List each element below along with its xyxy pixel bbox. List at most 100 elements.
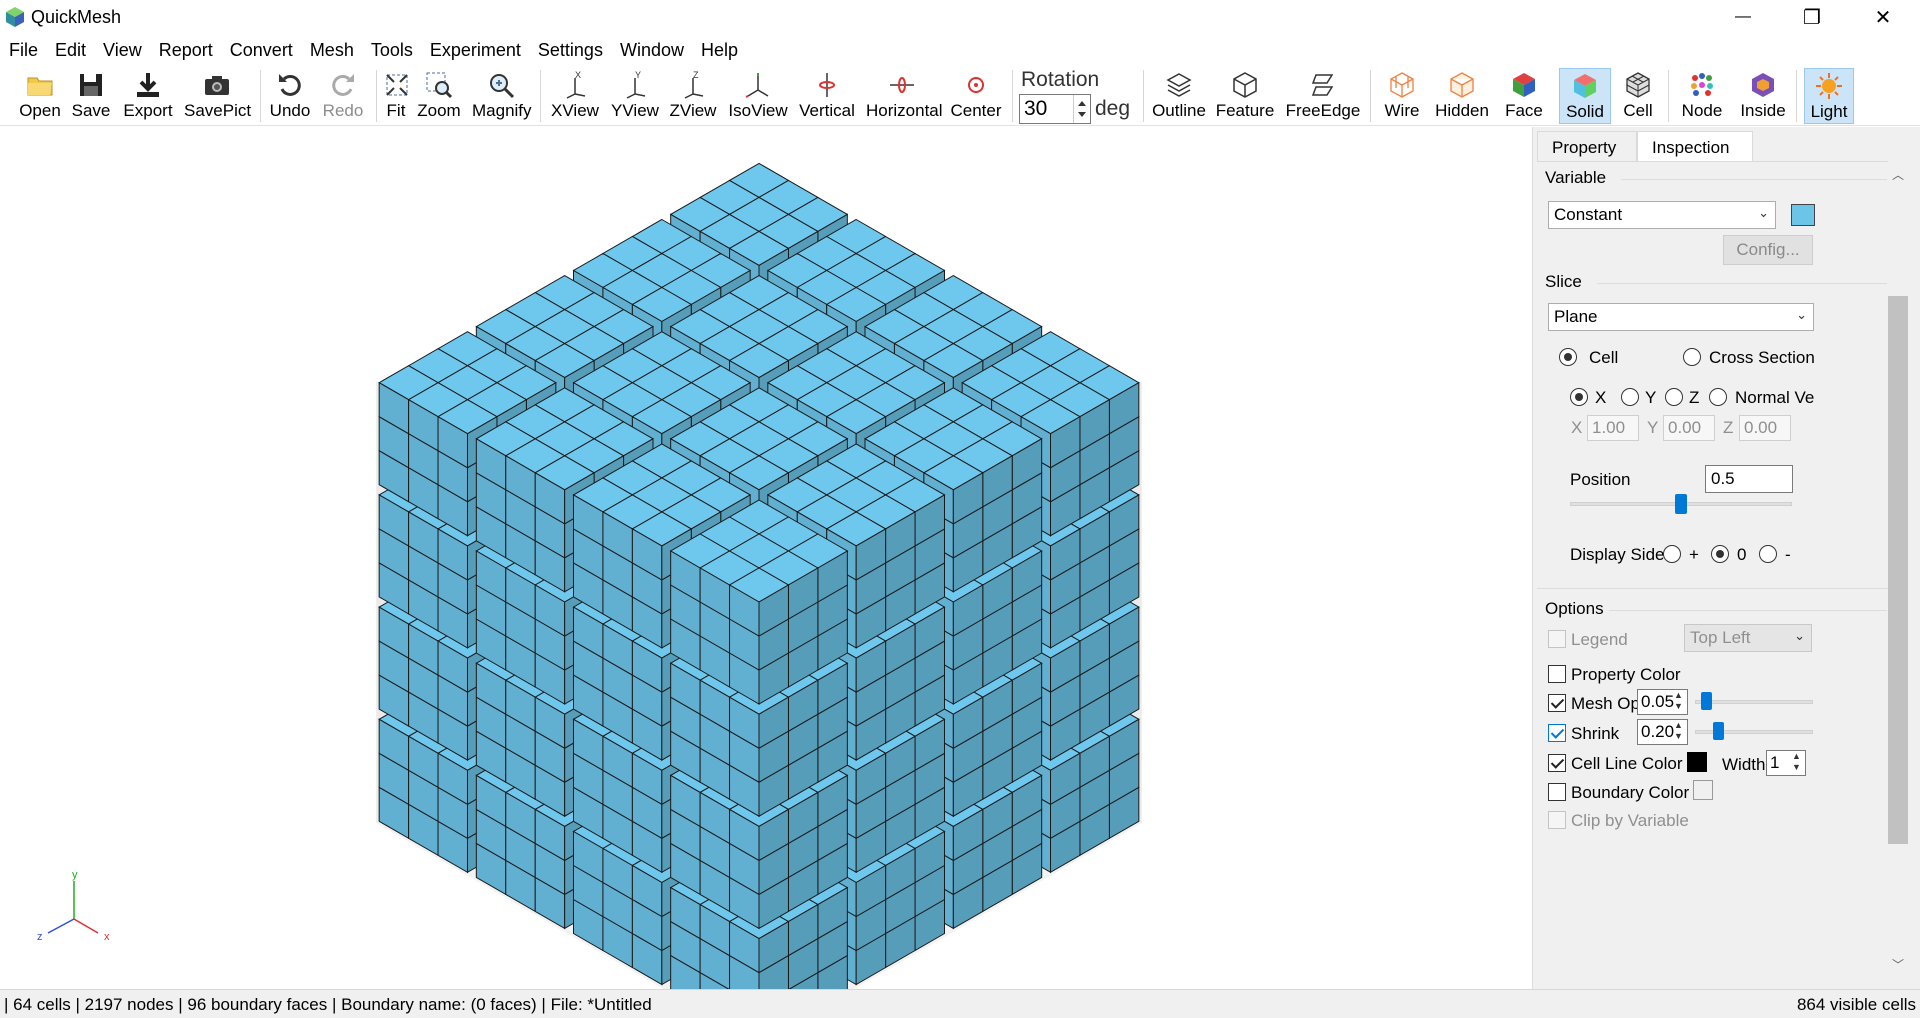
mesh-opacity-checkbox[interactable] [1548,694,1566,712]
redo-button[interactable]: Redo [320,68,366,124]
panel-scrollbar-thumb[interactable] [1888,296,1908,844]
minimize-button[interactable]: — [1712,0,1774,34]
cell-grid-icon [1626,72,1650,98]
menu-window[interactable]: Window [611,36,692,64]
menu-settings[interactable]: Settings [529,36,611,64]
cell-line-color-swatch[interactable] [1687,752,1707,772]
display-side-minus-radio[interactable] [1759,545,1777,563]
solid-button[interactable]: Solid [1559,68,1611,124]
menu-report[interactable]: Report [150,36,221,64]
inside-button[interactable]: Inside [1736,68,1790,124]
slice-mode-cross-section-radio[interactable] [1683,348,1701,366]
toolbar: Open Save Export SavePict Undo Redo Fit … [0,64,1920,168]
rotation-spinner[interactable] [1073,95,1090,123]
mesh-opacity-spinbox[interactable]: 0.05 ▲ ▼ [1637,689,1688,715]
menu-help[interactable]: Help [692,36,746,64]
variable-color-swatch[interactable] [1791,204,1815,226]
isoview-button[interactable]: IsoView [728,68,788,124]
3d-viewport[interactable]: y x z [0,127,1521,1018]
position-input[interactable]: 0.5 [1705,465,1793,493]
inside-cube-icon [1752,73,1774,97]
face-button[interactable]: Face [1500,68,1548,124]
normal-z-field[interactable]: 0.00 [1739,415,1791,441]
menu-tools[interactable]: Tools [362,36,421,64]
legend-checkbox[interactable] [1548,630,1566,648]
save-button[interactable]: Save [68,68,114,124]
line-width-spinbox[interactable]: 1 ▲ ▼ [1766,750,1806,776]
variable-select[interactable]: Constant ⌄ [1548,201,1776,229]
tab-property[interactable]: Property [1537,131,1637,161]
restore-button[interactable]: ❐ [1781,0,1843,34]
mesh-opacity-slider-track[interactable] [1695,700,1813,704]
scroll-down-icon[interactable]: ﹀ [1888,956,1908,974]
normal-x-field[interactable]: 1.00 [1587,415,1639,441]
freeedge-button[interactable]: FreeEdge [1284,68,1362,124]
display-side-zero-radio[interactable] [1711,545,1729,563]
hidden-button[interactable]: Hidden [1432,68,1492,124]
cell-button[interactable]: Cell [1616,68,1660,124]
undo-button[interactable]: Undo [268,68,312,124]
cell-line-color-checkbox[interactable] [1548,754,1566,772]
vertical-rotate-button[interactable]: Vertical [798,68,856,124]
options-section-title: Options [1545,599,1604,618]
slice-mode-cell-radio[interactable] [1559,348,1577,366]
light-sun-icon [1816,73,1842,99]
slice-type-select[interactable]: Plane ⌄ [1548,303,1814,331]
shrink-label: Shrink [1571,724,1620,743]
slice-axis-z-radio[interactable] [1665,388,1683,406]
config-button[interactable]: Config... [1723,235,1813,265]
property-color-checkbox[interactable] [1548,665,1566,683]
clip-by-variable-checkbox[interactable] [1548,811,1566,829]
menu-convert[interactable]: Convert [221,36,301,64]
zview-button[interactable]: Z ZView [668,68,718,124]
app-logo-icon [6,7,24,27]
menu-view[interactable]: View [94,36,150,64]
outline-layers-icon [1166,73,1192,97]
position-slider-thumb[interactable] [1675,494,1687,514]
chevron-down-icon: ⌄ [1758,205,1769,220]
x-axis-view-icon: X [566,70,586,99]
mesh-opacity-slider-thumb[interactable] [1700,692,1712,710]
feature-button[interactable]: Feature [1214,68,1276,124]
toolbar-separator [376,70,377,122]
clip-by-variable-label: Clip by Variable [1571,811,1689,830]
slice-axis-normal-radio[interactable] [1709,388,1727,406]
outline-button[interactable]: Outline [1152,68,1206,124]
boundary-color-swatch[interactable] [1693,780,1713,800]
slice-axis-x-radio[interactable] [1570,388,1588,406]
tab-inspection[interactable]: Inspection [1637,131,1753,161]
slice-mode-cell-label: Cell [1589,348,1619,367]
open-button[interactable]: Open [18,68,62,124]
xview-button[interactable]: X XView [550,68,600,124]
camera-icon [205,76,229,95]
close-window-button[interactable]: ✕ [1852,0,1914,34]
node-button[interactable]: Node [1676,68,1728,124]
display-side-plus-radio[interactable] [1663,545,1681,563]
menu-edit[interactable]: Edit [46,36,94,64]
yview-button[interactable]: Y YView [610,68,660,124]
zoom-button[interactable]: Zoom [416,68,462,124]
slice-section-title: Slice [1545,272,1582,291]
scroll-up-icon[interactable]: ︿ [1888,166,1908,184]
wire-button[interactable]: Wire [1380,68,1424,124]
magnify-button[interactable]: Magnify [472,68,532,124]
menu-experiment[interactable]: Experiment [421,36,529,64]
menu-file[interactable]: File [0,36,46,64]
normal-y-field[interactable]: 0.00 [1663,415,1715,441]
title-bar: QuickMesh — ❐ ✕ [0,0,1920,34]
shrink-checkbox[interactable] [1548,724,1566,742]
fit-button[interactable]: Fit [382,68,410,124]
normal-z-label: Z [1723,418,1734,437]
legend-position-select[interactable]: Top Left ⌄ [1684,624,1812,652]
menu-mesh[interactable]: Mesh [301,36,362,64]
export-button[interactable]: Export [122,68,174,124]
shrink-slider-thumb[interactable] [1712,722,1724,740]
mesh-scene[interactable]: y x z [0,127,1521,1018]
savepict-button[interactable]: SavePict [184,68,251,124]
center-button[interactable]: Center [950,68,1002,124]
boundary-color-checkbox[interactable] [1548,783,1566,801]
slice-axis-y-radio[interactable] [1621,388,1639,406]
shrink-spinbox[interactable]: 0.20 ▲ ▼ [1637,719,1688,745]
light-button[interactable]: Light [1804,68,1854,124]
horizontal-rotate-button[interactable]: Horizontal [866,68,943,124]
